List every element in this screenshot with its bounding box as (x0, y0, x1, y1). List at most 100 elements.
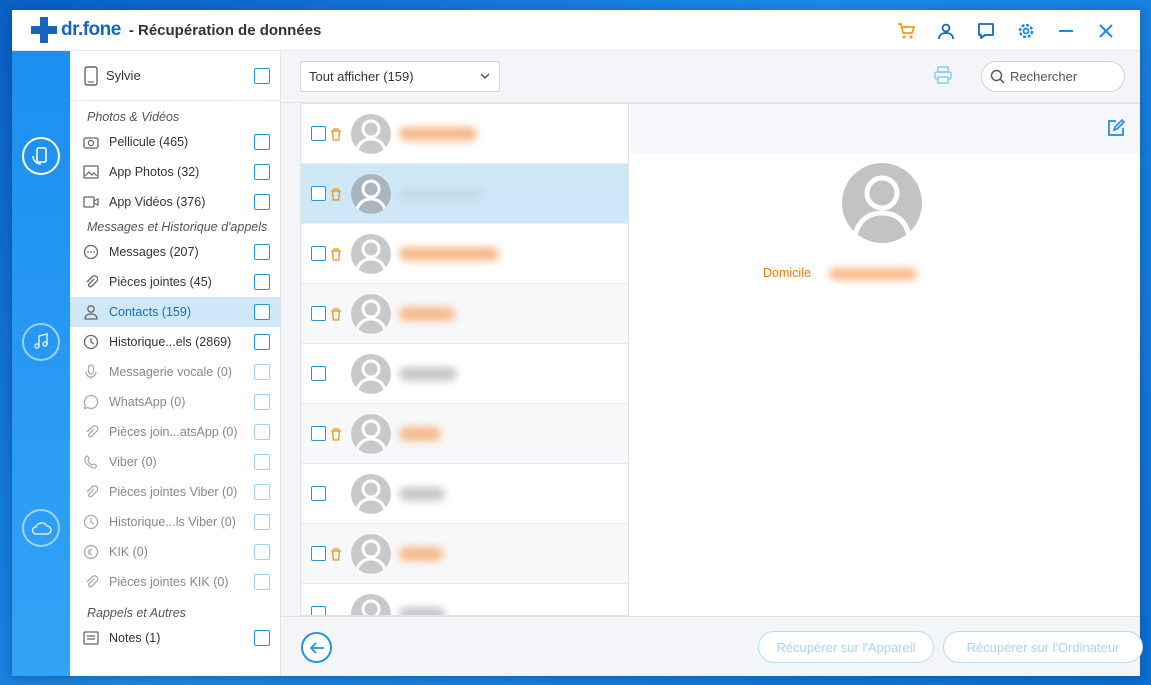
cart-icon[interactable] (894, 19, 918, 43)
category-viber[interactable]: Viber (0) (70, 447, 280, 477)
filter-dropdown[interactable]: Tout afficher (159) (300, 61, 500, 92)
contact-row[interactable] (301, 224, 628, 284)
category-checkbox[interactable] (254, 574, 270, 590)
row-checkbox[interactable] (311, 366, 326, 381)
feedback-icon[interactable] (974, 19, 998, 43)
cloud-restore-icon[interactable] (22, 509, 60, 547)
category-checkbox[interactable] (254, 394, 270, 410)
contact-name-redacted (399, 186, 483, 201)
music-restore-icon[interactable] (22, 323, 60, 361)
category-checkbox[interactable] (254, 134, 270, 150)
deleted-trash-icon (331, 247, 341, 261)
category-label: Messages (207) (109, 245, 199, 259)
category-label: Historique...ls Viber (0) (109, 515, 236, 529)
user-icon[interactable] (934, 19, 958, 43)
contact-row[interactable] (301, 524, 628, 584)
contact-avatar (351, 173, 391, 214)
row-checkbox[interactable] (311, 246, 326, 261)
row-checkbox[interactable] (311, 546, 326, 561)
category-checkbox[interactable] (254, 454, 270, 470)
row-checkbox[interactable] (311, 186, 326, 201)
category-voicemail[interactable]: Messagerie vocale (0) (70, 357, 280, 387)
contact-list (300, 103, 629, 616)
category-viber-history[interactable]: Historique...ls Viber (0) (70, 507, 280, 537)
select-all-checkbox[interactable] (254, 68, 270, 84)
category-label: Pellicule (465) (109, 135, 189, 149)
category-checkbox[interactable] (254, 334, 270, 350)
mode-rail (12, 51, 70, 676)
category-checkbox[interactable] (254, 484, 270, 500)
category-app-videos[interactable]: App Vidéos (376) (70, 187, 280, 217)
category-sidebar: Sylvie Photos & Vidéos Pellicule (465) A… (70, 51, 281, 676)
row-checkbox[interactable] (311, 606, 326, 615)
microphone-icon (83, 364, 99, 380)
contact-row[interactable] (301, 104, 628, 164)
category-pellicule[interactable]: Pellicule (465) (70, 127, 280, 157)
contact-row[interactable] (301, 284, 628, 344)
contact-row-selected[interactable] (301, 164, 628, 224)
contact-detail-avatar (842, 163, 922, 243)
category-checkbox[interactable] (254, 630, 270, 646)
category-whatsapp[interactable]: WhatsApp (0) (70, 387, 280, 417)
search-input[interactable] (1010, 69, 1110, 84)
search-icon (990, 69, 1005, 84)
row-checkbox[interactable] (311, 426, 326, 441)
close-icon[interactable] (1094, 19, 1118, 43)
category-call-history[interactable]: Historique...els (2869) (70, 327, 280, 357)
row-checkbox[interactable] (311, 126, 326, 141)
category-checkbox[interactable] (254, 194, 270, 210)
device-row[interactable]: Sylvie (70, 51, 280, 101)
contact-avatar (351, 533, 391, 574)
category-label: Pièces jointes (45) (109, 275, 212, 289)
category-checkbox[interactable] (254, 514, 270, 530)
category-contacts[interactable]: Contacts (159) (70, 297, 280, 327)
contact-row[interactable] (301, 464, 628, 524)
paperclip-icon (83, 484, 99, 500)
category-whatsapp-attachments[interactable]: Pièces join...atsApp (0) (70, 417, 280, 447)
category-messages[interactable]: Messages (207) (70, 237, 280, 267)
clock-icon (83, 334, 99, 350)
row-checkbox[interactable] (311, 486, 326, 501)
phone-restore-icon[interactable] (22, 137, 60, 175)
edit-icon[interactable] (1106, 118, 1126, 143)
category-attachments[interactable]: Pièces jointes (45) (70, 267, 280, 297)
category-checkbox[interactable] (254, 244, 270, 260)
category-checkbox[interactable] (254, 304, 270, 320)
category-checkbox[interactable] (254, 274, 270, 290)
category-checkbox[interactable] (254, 544, 270, 560)
minimize-icon[interactable] (1054, 19, 1078, 43)
row-checkbox[interactable] (311, 306, 326, 321)
contact-row[interactable] (301, 584, 628, 615)
category-kik-attachments[interactable]: Pièces jointes KIK (0) (70, 567, 280, 597)
contact-name-redacted (399, 366, 457, 381)
contact-avatar (351, 473, 391, 514)
category-checkbox[interactable] (254, 164, 270, 180)
contact-row[interactable] (301, 344, 628, 404)
recover-to-device-button[interactable]: Récupérer sur l'Appareil (758, 631, 934, 663)
category-app-photos[interactable]: App Photos (32) (70, 157, 280, 187)
print-icon[interactable] (933, 65, 953, 90)
settings-icon[interactable] (1014, 19, 1038, 43)
deleted-trash-icon (331, 307, 341, 321)
category-checkbox[interactable] (254, 424, 270, 440)
paperclip-icon (83, 424, 99, 440)
contact-row[interactable] (301, 404, 628, 464)
back-button[interactable] (301, 632, 332, 663)
category-viber-attachments[interactable]: Pièces jointes Viber (0) (70, 477, 280, 507)
contact-name-redacted (399, 606, 445, 615)
recover-to-computer-button[interactable]: Récupérer sur l'Ordinateur (943, 631, 1143, 663)
contact-name-redacted (399, 126, 477, 141)
category-label: Pièces jointes Viber (0) (109, 485, 238, 499)
category-label: WhatsApp (0) (109, 395, 186, 409)
main-panel: Tout afficher (159) Rechercher Domicile … (281, 51, 1143, 676)
category-label: Historique...els (2869) (109, 335, 232, 349)
category-checkbox[interactable] (254, 364, 270, 380)
app-window: dr.fone - Récupération de données Sylvie… (12, 10, 1143, 676)
deleted-trash-icon (331, 127, 341, 141)
logo-text: dr.fone (61, 19, 121, 40)
chevron-down-icon (480, 73, 490, 80)
category-kik[interactable]: KIK (0) (70, 537, 280, 567)
search-box (981, 61, 1125, 92)
phone-icon (84, 65, 98, 86)
category-notes[interactable]: Notes (1) (70, 623, 280, 653)
